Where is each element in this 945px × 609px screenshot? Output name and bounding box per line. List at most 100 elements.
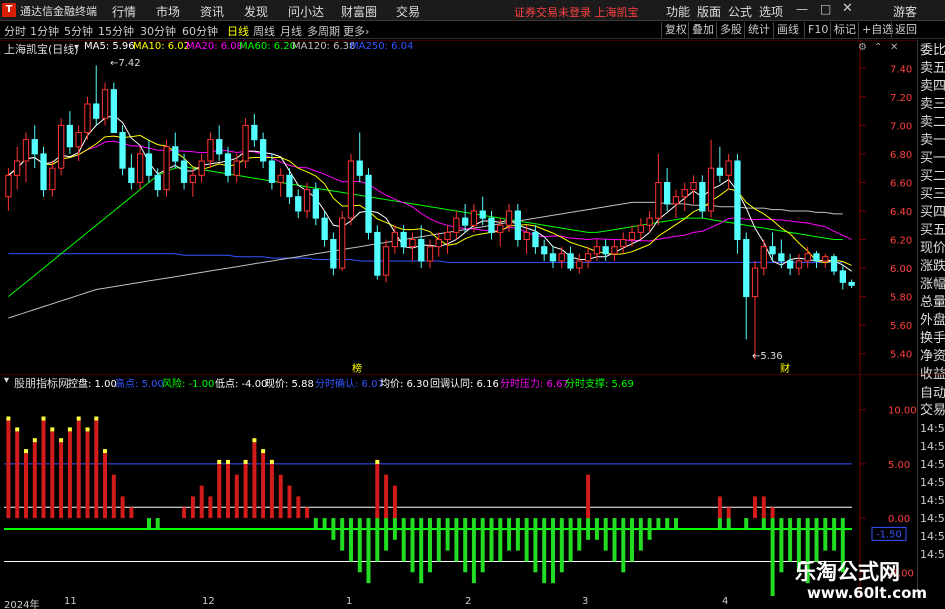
period-more[interactable]: 更多›	[343, 23, 369, 39]
settings-gear-icon[interactable]: ⚙	[858, 42, 867, 53]
quote-item-17[interactable]: 净资	[920, 348, 945, 366]
price-chart[interactable]: 7.40 7.20 7.00 6.80 6.60 6.40 6.20 6.00 5.80 5.60…	[0, 39, 945, 375]
menu-wenxiaoda[interactable]: 问小达	[288, 3, 324, 20]
btn-zixuan[interactable]: +自选	[858, 22, 893, 38]
quote-item-15[interactable]: 外盘	[920, 312, 945, 330]
trade-item-0[interactable]: 自动	[920, 386, 945, 402]
indicator-item-6: 均价: 6.30	[380, 379, 429, 390]
quote-item-0[interactable]: 委比	[920, 42, 945, 60]
quote-item-1[interactable]: 卖五	[920, 60, 945, 78]
red-bar	[199, 485, 204, 519]
indicator-toggle-icon[interactable]: ▾	[4, 375, 9, 386]
ma20-label: MA20: 6.08	[186, 41, 244, 52]
quote-item-2[interactable]: 卖四	[920, 78, 945, 96]
quote-item-5[interactable]: 卖一	[920, 132, 945, 150]
quote-item-13[interactable]: 涨幅	[920, 276, 945, 294]
menu-gongneng[interactable]: 功能	[666, 3, 690, 20]
candle-body	[822, 256, 829, 262]
toggle-up-icon[interactable]: ⌃	[874, 42, 882, 53]
green-bar	[489, 518, 494, 562]
red-bar	[761, 496, 766, 519]
menu-hangqing[interactable]: 行情	[112, 3, 136, 20]
quote-item-14[interactable]: 总量	[920, 294, 945, 312]
menu-xuanxiang[interactable]: 选项	[759, 3, 783, 20]
candle-body	[628, 231, 636, 240]
red-bar	[32, 442, 37, 519]
quote-item-3[interactable]: 卖三	[920, 96, 945, 114]
quote-item-8[interactable]: 买三	[920, 186, 945, 204]
menu-gongshi[interactable]: 公式	[728, 3, 752, 20]
candle-body	[330, 239, 337, 269]
quote-item-9[interactable]: 买四	[920, 204, 945, 222]
quote-item-4[interactable]: 卖二	[920, 114, 945, 132]
price-tick-label: 6.00	[890, 264, 912, 275]
time-item-1: 14:56	[920, 440, 945, 453]
period-1min[interactable]: 1分钟	[30, 23, 59, 39]
btn-huaxian[interactable]: 画线	[773, 22, 799, 38]
period-5min[interactable]: 5分钟	[64, 23, 93, 39]
candle-body	[49, 167, 56, 191]
quote-item-12[interactable]: 涨跌	[920, 258, 945, 276]
minimize-icon[interactable]: —	[796, 2, 808, 16]
quote-item-6[interactable]: 买一	[920, 150, 945, 168]
candle-body	[101, 89, 109, 119]
menu-faxian[interactable]: 发现	[244, 3, 268, 20]
date-year: 2024年	[4, 600, 40, 609]
indicator-name[interactable]: 股朋指标网	[14, 375, 69, 391]
bar-cap	[252, 438, 257, 443]
candle-body	[664, 182, 671, 205]
green-bar	[524, 518, 529, 562]
period-monthly[interactable]: 月线	[280, 23, 302, 39]
bar-cap	[261, 449, 266, 454]
menu-zixun[interactable]: 资讯	[200, 3, 224, 20]
candle-body	[558, 253, 565, 262]
trade-item-1[interactable]: 交易	[920, 403, 945, 419]
btn-fuquan[interactable]: 复权	[661, 22, 687, 38]
menu-shichang[interactable]: 市场	[156, 3, 180, 20]
period-30min[interactable]: 30分钟	[140, 23, 176, 39]
btn-tongji[interactable]: 统计	[744, 22, 770, 38]
candle-body	[585, 253, 592, 262]
candle-body	[277, 174, 284, 183]
red-bar	[296, 496, 301, 519]
quote-item-10[interactable]: 买五	[920, 222, 945, 240]
tag-cai[interactable]: 财	[780, 360, 790, 375]
btn-diejia[interactable]: 叠加	[688, 22, 714, 38]
candle-body	[137, 153, 144, 183]
indicator-item-1: 高点: 5.00	[115, 379, 164, 390]
login-notice[interactable]: 证券交易未登录 上海凯宝	[514, 4, 639, 20]
time-item-2: 14:56	[920, 458, 945, 471]
btn-biaoji[interactable]: 标记	[830, 22, 856, 38]
menu-banmian[interactable]: 版面	[697, 3, 721, 20]
candle-body	[541, 246, 548, 255]
price-tick-label: 5.40	[890, 350, 912, 361]
period-fenshi[interactable]: 分时	[4, 23, 26, 39]
btn-fanhui[interactable]: 返回	[891, 22, 917, 38]
btn-duogu[interactable]: 多股	[716, 22, 742, 38]
menu-jiaoyi[interactable]: 交易	[396, 3, 420, 20]
period-daily[interactable]: 日线	[227, 23, 249, 39]
period-multi[interactable]: 多周期	[307, 23, 340, 39]
close-icon[interactable]: ✕	[842, 1, 853, 16]
period-60min[interactable]: 60分钟	[182, 23, 218, 39]
quote-item-11[interactable]: 现价	[920, 240, 945, 258]
price-chart-svg[interactable]: 7.40 7.20 7.00 6.80 6.60 6.40 6.20 6.00 5.80 5.60…	[0, 39, 945, 373]
ma-toggle-icon[interactable]: ▾	[74, 42, 79, 53]
maximize-icon[interactable]: □	[820, 2, 831, 16]
candle-body	[655, 182, 662, 219]
red-bar	[392, 485, 397, 519]
tag-bang[interactable]: 榜	[352, 360, 362, 375]
ma120-label: MA120: 6.38	[292, 41, 356, 52]
guest-label[interactable]: 游客	[893, 3, 917, 20]
green-bar	[779, 518, 784, 573]
period-weekly[interactable]: 周线	[253, 23, 275, 39]
period-15min[interactable]: 15分钟	[98, 23, 134, 39]
quote-item-16[interactable]: 换手	[920, 330, 945, 348]
btn-f10[interactable]: F10	[804, 22, 828, 38]
candle-body	[787, 260, 794, 269]
green-bar	[313, 518, 318, 529]
quote-item-7[interactable]: 买二	[920, 168, 945, 186]
menu-caifuquan[interactable]: 财富圈	[341, 3, 377, 20]
red-bar	[226, 463, 230, 519]
panel-close-icon[interactable]: ✕	[890, 42, 898, 53]
